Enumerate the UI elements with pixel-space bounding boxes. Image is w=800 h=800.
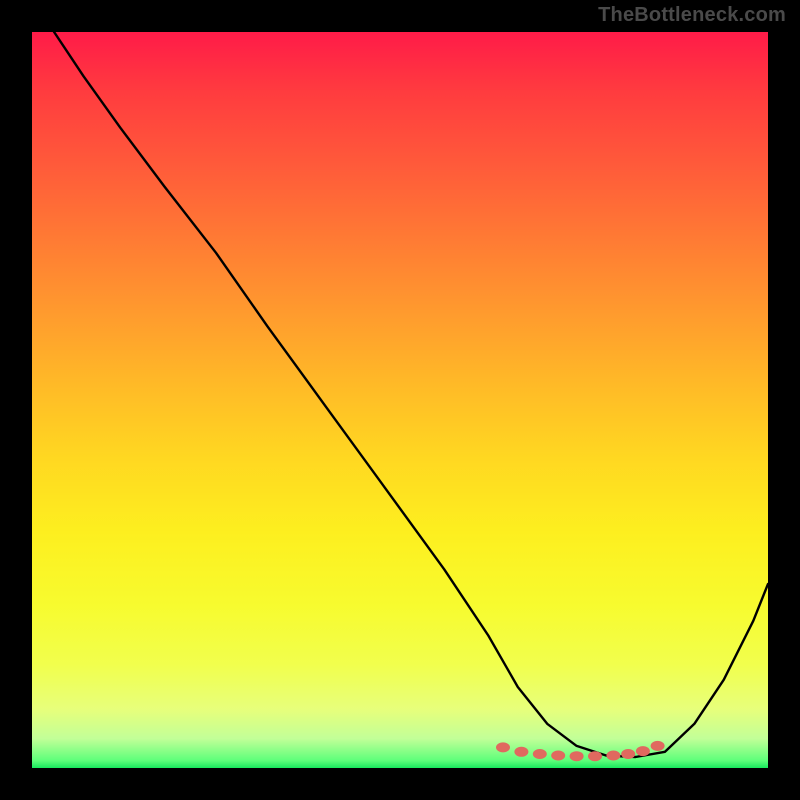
optimal-dot [496,742,510,752]
optimal-dot [514,747,528,757]
optimal-dot [533,749,547,759]
optimal-dot [621,749,635,759]
optimal-dot [588,751,602,761]
optimal-dot [606,751,620,761]
optimal-dot [570,751,584,761]
plot-area [32,32,768,768]
chart-svg [32,32,768,768]
watermark-text: TheBottleneck.com [598,4,786,27]
optimal-dot [636,746,650,756]
optimal-region-markers [496,741,665,761]
chart-stage: TheBottleneck.com [0,0,800,800]
optimal-dot [551,751,565,761]
optimal-dot [651,741,665,751]
bottleneck-curve [54,32,768,757]
